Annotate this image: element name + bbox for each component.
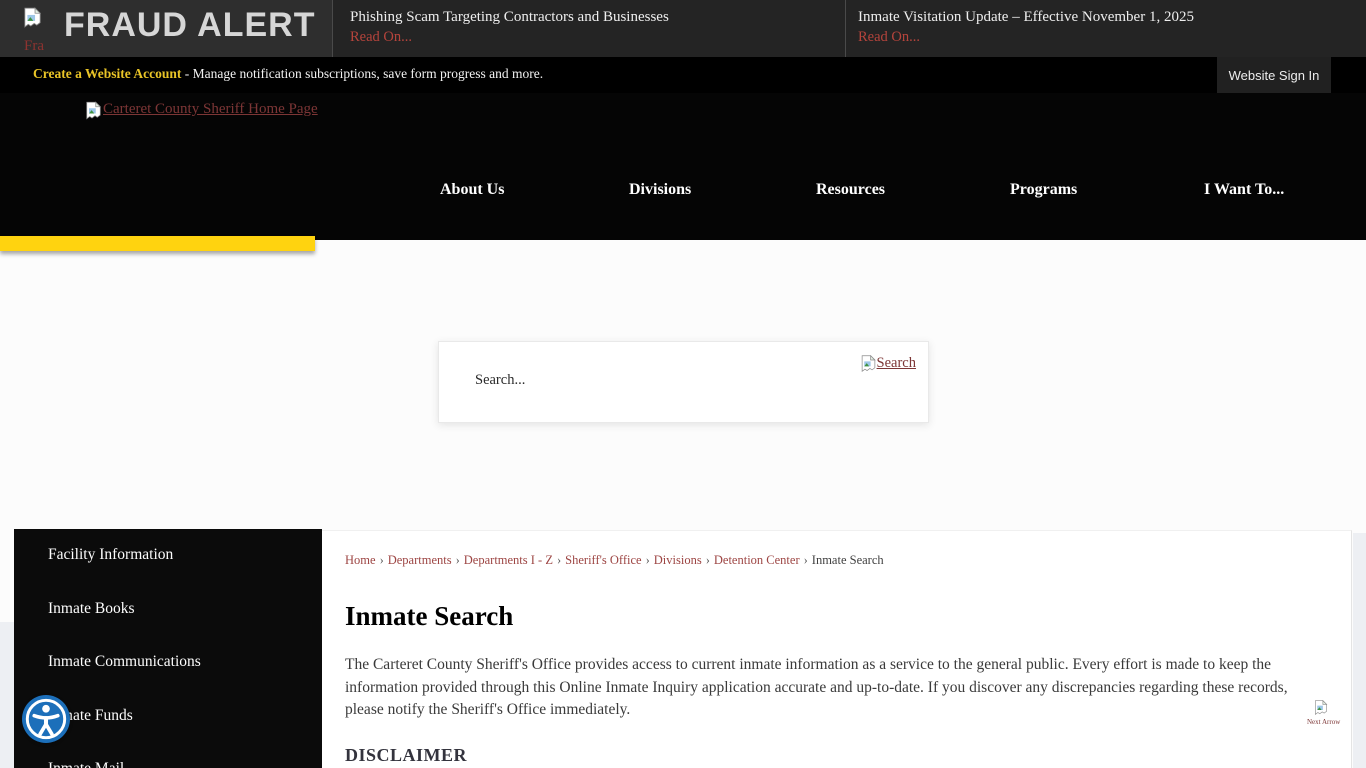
account-bar: Create a Website Account - Manage notifi… [0,57,1366,93]
site-header: Carteret County Sheriff Home Page About … [0,93,1366,240]
fraud-image-alt-text: Fra [24,38,44,55]
broken-image-icon [1313,700,1329,720]
website-sign-in-button[interactable]: Website Sign In [1217,57,1331,93]
account-text-detail: - Manage notification subscriptions, sav… [185,66,543,81]
breadcrumb-home[interactable]: Home [345,553,376,567]
breadcrumb-separator: › [706,553,710,567]
create-account-link[interactable]: Create a Website Account [33,66,181,81]
breadcrumb-sheriffs-office[interactable]: Sheriff's Office [565,553,641,567]
page-background-strip [0,622,14,768]
alert-headline: Phishing Scam Targeting Contractors and … [350,7,669,28]
breadcrumb-separator: › [646,553,650,567]
breadcrumb-separator: › [380,553,384,567]
search-submit-link[interactable]: Search [861,355,916,377]
breadcrumb-divisions[interactable]: Divisions [654,553,702,567]
breadcrumb-departments-i-z[interactable]: Departments I - Z [464,553,553,567]
broken-image-icon [24,7,41,33]
search-card: Search [438,341,929,423]
sidebar-item-facility-information[interactable]: Facility Information [14,529,322,583]
corner-widget-alt-text: Next Arrow [1307,718,1355,726]
breadcrumb-departments[interactable]: Departments [388,553,452,567]
account-text: Create a Website Account - Manage notifi… [33,66,543,82]
search-input[interactable] [475,372,855,389]
disclaimer-heading: DISCLAIMER [345,745,467,766]
alert-bar: Fra FRAUD ALERT Phishing Scam Targeting … [0,0,1366,57]
corner-widget[interactable]: Next Arrow [1303,700,1361,726]
page-title: Inmate Search [345,601,513,632]
read-on-link[interactable]: Read On... [350,29,412,46]
page-root: Fra FRAUD ALERT Phishing Scam Targeting … [0,0,1366,768]
broken-image-icon [861,355,876,377]
alert-headline: Inmate Visitation Update – Effective Nov… [858,7,1194,28]
main-nav: About Us Divisions Resources Programs I … [0,181,1366,211]
broken-image-icon [86,101,101,125]
alert-item: Inmate Visitation Update – Effective Nov… [858,7,1194,46]
nav-about-us[interactable]: About Us [440,181,504,199]
fraud-alert-title: FRAUD ALERT [64,6,316,45]
nav-resources[interactable]: Resources [816,181,885,199]
nav-divisions[interactable]: Divisions [629,181,691,199]
breadcrumb-separator: › [557,553,561,567]
yellow-accent-bar [0,236,315,251]
breadcrumb-current: Inmate Search [812,553,884,567]
home-logo-link[interactable]: Carteret County Sheriff Home Page [86,101,318,125]
home-logo-alt-text: Carteret County Sheriff Home Page [103,101,318,118]
search-link-label: Search [877,355,916,372]
sidebar-item-inmate-communications[interactable]: Inmate Communications [14,636,322,690]
read-on-link[interactable]: Read On... [858,29,920,46]
intro-paragraph: The Carteret County Sheriff's Office pro… [345,654,1315,722]
alert-item: Phishing Scam Targeting Contractors and … [350,7,669,46]
accessibility-icon [22,697,70,741]
breadcrumb-separator: › [456,553,460,567]
nav-programs[interactable]: Programs [1010,181,1077,199]
nav-i-want-to[interactable]: I Want To... [1204,181,1284,199]
sidebar-item-inmate-mail[interactable]: Inmate Mail [14,743,322,768]
breadcrumb: Home › Departments › Departments I - Z › Sheri… [345,553,884,568]
page-background-strip [1353,533,1366,768]
accessibility-widget-button[interactable] [22,695,70,743]
fraud-alert-section: Fra FRAUD ALERT [0,0,333,57]
alert-divider [845,0,846,57]
sidebar-item-inmate-books[interactable]: Inmate Books [14,583,322,637]
breadcrumb-detention-center[interactable]: Detention Center [714,553,800,567]
breadcrumb-separator: › [804,553,808,567]
